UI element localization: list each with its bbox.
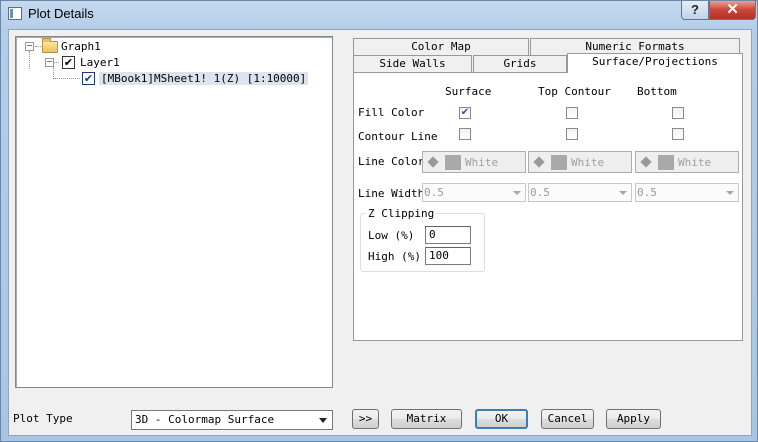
tree-connector bbox=[35, 46, 41, 47]
tree-item-layer[interactable]: Layer1 bbox=[80, 56, 120, 69]
tab-color-map[interactable]: Color Map bbox=[353, 38, 529, 55]
top-contour-fill-color-checkbox[interactable] bbox=[566, 107, 578, 119]
line-color-value: White bbox=[571, 156, 605, 169]
z-clipping-title: Z Clipping bbox=[366, 207, 437, 220]
color-swatch bbox=[658, 155, 674, 170]
line-color-value: White bbox=[465, 156, 499, 169]
surface-line-color-button[interactable]: White bbox=[422, 151, 526, 173]
ok-button[interactable]: OK bbox=[475, 409, 528, 429]
surface-contour-line-checkbox[interactable] bbox=[459, 128, 471, 140]
plot-type-label-text: Plot Type bbox=[13, 412, 73, 425]
surface-line-width-dropdown[interactable]: 0.5 bbox=[422, 183, 526, 202]
tab-grids[interactable]: Grids bbox=[473, 55, 567, 72]
plot-type-value: 3D - Colormap Surface bbox=[135, 413, 275, 426]
column-surface: Surface bbox=[445, 85, 492, 98]
matrix-button[interactable]: Matrix bbox=[391, 409, 462, 429]
low-label: Low (%) bbox=[368, 229, 415, 242]
color-swatch bbox=[551, 155, 567, 170]
close-button[interactable]: ✕ bbox=[709, 1, 756, 20]
plot-type-label: Plot Type bbox=[13, 412, 73, 425]
apply-button[interactable]: Apply bbox=[606, 409, 661, 429]
tree-item-plot[interactable]: [MBook1]MSheet1! 1(Z) [1:10000] bbox=[99, 72, 309, 85]
tree-connector bbox=[29, 51, 30, 69]
plot-details-window: Plot Details ? ✕ − Graph1 − ✔ Layer1 ✔ [… bbox=[0, 0, 758, 442]
dropdown-arrow-icon bbox=[619, 191, 627, 195]
dropdown-arrow-icon bbox=[319, 418, 327, 423]
graph-expander[interactable]: − bbox=[25, 42, 34, 51]
line-width-value: 0.5 bbox=[424, 186, 444, 199]
dropdown-arrow-icon bbox=[513, 191, 521, 195]
bottom-line-color-button[interactable]: White bbox=[635, 151, 739, 173]
cancel-button[interactable]: Cancel bbox=[541, 409, 594, 429]
paint-bucket-icon bbox=[640, 156, 654, 169]
surface-fill-color-checkbox[interactable]: ✔ bbox=[459, 107, 471, 119]
high-label: High (%) bbox=[368, 250, 421, 263]
line-color-label: Line Color bbox=[358, 155, 425, 168]
top-contour-contour-line-checkbox[interactable] bbox=[566, 128, 578, 140]
column-bottom: Bottom bbox=[637, 85, 677, 98]
top-contour-line-color-button[interactable]: White bbox=[528, 151, 632, 173]
fill-color-label: Fill Color bbox=[358, 106, 425, 119]
contour-line-label: Contour Line bbox=[358, 130, 438, 143]
line-width-value: 0.5 bbox=[530, 186, 550, 199]
bottom-line-width-dropdown[interactable]: 0.5 bbox=[635, 183, 739, 202]
layer-expander[interactable]: − bbox=[45, 58, 54, 67]
bottom-fill-color-checkbox[interactable] bbox=[672, 107, 684, 119]
layer-checkbox[interactable]: ✔ bbox=[62, 56, 75, 69]
tree-item-graph[interactable]: Graph1 bbox=[61, 40, 101, 53]
tree-connector bbox=[54, 78, 80, 79]
column-top-contour: Top Contour bbox=[538, 85, 611, 98]
color-swatch bbox=[445, 155, 461, 170]
help-button[interactable]: ? bbox=[681, 1, 709, 20]
window-icon bbox=[8, 7, 22, 20]
layer-tree[interactable]: − Graph1 − ✔ Layer1 ✔ [MBook1]MSheet1! 1… bbox=[15, 36, 333, 388]
folder-icon bbox=[42, 38, 58, 53]
title-bar[interactable]: Plot Details ? ✕ bbox=[1, 1, 757, 27]
window-title: Plot Details bbox=[28, 6, 94, 21]
high-input[interactable]: 100 bbox=[425, 247, 471, 265]
low-input[interactable]: 0 bbox=[425, 226, 471, 244]
tab-side-walls[interactable]: Side Walls bbox=[353, 55, 472, 72]
tab-surface-projections[interactable]: Surface/Projections bbox=[567, 53, 743, 73]
plot-checkbox[interactable]: ✔ bbox=[82, 72, 95, 85]
dialog-client: − Graph1 − ✔ Layer1 ✔ [MBook1]MSheet1! 1… bbox=[8, 29, 752, 436]
line-width-value: 0.5 bbox=[637, 186, 657, 199]
top-contour-line-width-dropdown[interactable]: 0.5 bbox=[528, 183, 632, 202]
dropdown-arrow-icon bbox=[726, 191, 734, 195]
bottom-contour-line-checkbox[interactable] bbox=[672, 128, 684, 140]
line-width-label: Line Width bbox=[358, 187, 425, 200]
collapse-button[interactable]: >> bbox=[352, 409, 379, 429]
line-color-value: White bbox=[678, 156, 712, 169]
surface-projections-panel: Surface Top Contour Bottom Fill Color ✔ … bbox=[353, 72, 743, 341]
paint-bucket-icon bbox=[533, 156, 547, 169]
paint-bucket-icon bbox=[427, 156, 441, 169]
plot-type-dropdown[interactable]: 3D - Colormap Surface bbox=[131, 410, 333, 430]
